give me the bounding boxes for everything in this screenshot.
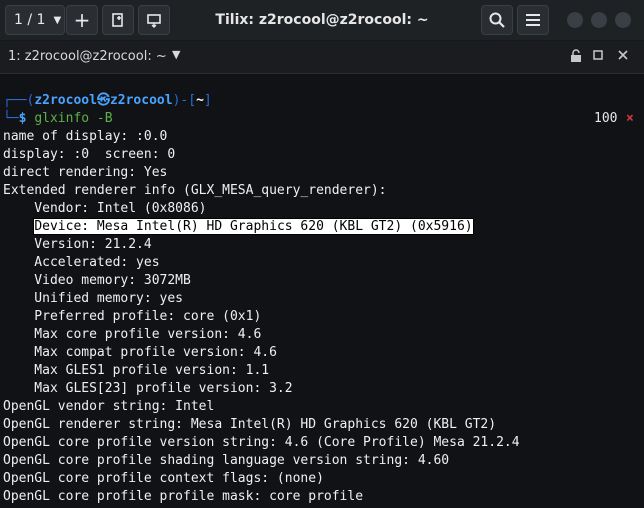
read-only-icon[interactable]: [570, 49, 582, 66]
find-button[interactable]: [481, 5, 513, 35]
highlighted-selection[interactable]: Device: Mesa Intel(R) HD Graphics 620 (K…: [33, 218, 474, 235]
sync-input-button[interactable]: [138, 5, 170, 35]
window-title: Tilix: z2rocool@z2rocool: ~: [215, 12, 429, 28]
session-label: 1 / 1: [14, 12, 46, 28]
maximize-icon[interactable]: [593, 49, 603, 63]
output-line: Max core profile version: 4.6: [3, 327, 262, 342]
title-bar: 1 / 1 ▼ + Tilix: z2rocool@z2rocool: ~: [0, 0, 644, 41]
prompt-user: z2rocool: [34, 93, 97, 108]
prompt-corner-2: └─: [3, 111, 19, 126]
exit-status: 100: [594, 111, 618, 126]
close-window-button[interactable]: [615, 12, 631, 28]
output-line: Max GLES[23] profile version: 3.2: [3, 381, 293, 396]
prompt-line-2: └─$ glxinfo -B: [3, 110, 113, 128]
close-icon[interactable]: [618, 49, 628, 63]
output-line: OpenGL core profile shading language ver…: [3, 453, 450, 468]
output-line: Video memory: 3072MB: [3, 273, 191, 288]
new-window-button[interactable]: [102, 5, 134, 35]
terminal-menu-chevron-icon[interactable]: ▼: [172, 48, 180, 61]
chevron-down-icon: ▼: [53, 14, 62, 26]
output-line: OpenGL vendor string: Intel: [3, 399, 215, 414]
output-line: Version: 21.2.4: [3, 237, 152, 252]
tilix-window: 1 / 1 ▼ + Tilix: z2rocool@z2rocool: ~ 1:…: [0, 0, 644, 508]
output-line: Vendor: Intel (0x8086): [3, 201, 207, 216]
output-line: OpenGL core profile context flags: (none…: [3, 471, 324, 486]
prompt-path: ~: [196, 93, 204, 108]
output-line: Unified memory: yes: [3, 291, 184, 306]
output-line: direct rendering: Yes: [3, 165, 168, 180]
prompt-end: ]: [203, 93, 212, 108]
output-line-highlighted: Device: Mesa Intel(R) HD Graphics 620 (K…: [3, 218, 474, 236]
session-switcher-button[interactable]: 1 / 1 ▼: [5, 5, 65, 35]
exit-error-icon: ×: [626, 111, 634, 126]
terminal-output[interactable]: ┌──(z2rocool㉿z2rocool)-[~] └─$ glxinfo -…: [0, 74, 644, 508]
prompt-host: z2rocool: [109, 93, 173, 108]
minimize-button[interactable]: [567, 12, 583, 28]
maximize-window-button[interactable]: [591, 12, 607, 28]
output-line: display: :0 screen: 0: [3, 147, 176, 162]
prompt-symbol: $: [18, 111, 27, 126]
terminal-header: 1: z2rocool@z2rocool: ~ ▼: [0, 41, 644, 74]
output-line: Preferred profile: core (0x1): [3, 309, 262, 324]
command-text: glxinfo -B: [34, 111, 113, 126]
output-line: Max GLES1 profile version: 1.1: [3, 363, 270, 378]
prompt-at: ㉿: [96, 93, 110, 108]
output-line: Max compat profile version: 4.6: [3, 345, 277, 360]
terminal-title: 1: z2rocool@z2rocool: ~: [8, 49, 167, 64]
search-icon: [489, 12, 505, 28]
prompt-bracket: )-[: [172, 93, 197, 108]
prompt-line-1: ┌──(z2rocool㉿z2rocool)-[~]: [3, 92, 212, 110]
main-menu-button[interactable]: [517, 5, 549, 35]
output-line: OpenGL core profile version string: 4.6 …: [3, 435, 520, 450]
sync-input-icon: [147, 14, 161, 28]
output-line: OpenGL core profile profile mask: core p…: [3, 489, 364, 504]
plus-icon: +: [73, 8, 91, 32]
output-line: name of display: :0.0: [3, 129, 168, 144]
output-line: Accelerated: yes: [3, 255, 160, 270]
new-window-icon: [112, 13, 123, 27]
output-line: Extended renderer info (GLX_MESA_query_r…: [3, 183, 387, 198]
prompt-corner: ┌──(: [3, 93, 35, 108]
add-terminal-button[interactable]: +: [66, 5, 98, 35]
output-line: OpenGL renderer string: Mesa Intel(R) HD…: [3, 417, 497, 432]
hamburger-menu-icon: [526, 14, 540, 26]
